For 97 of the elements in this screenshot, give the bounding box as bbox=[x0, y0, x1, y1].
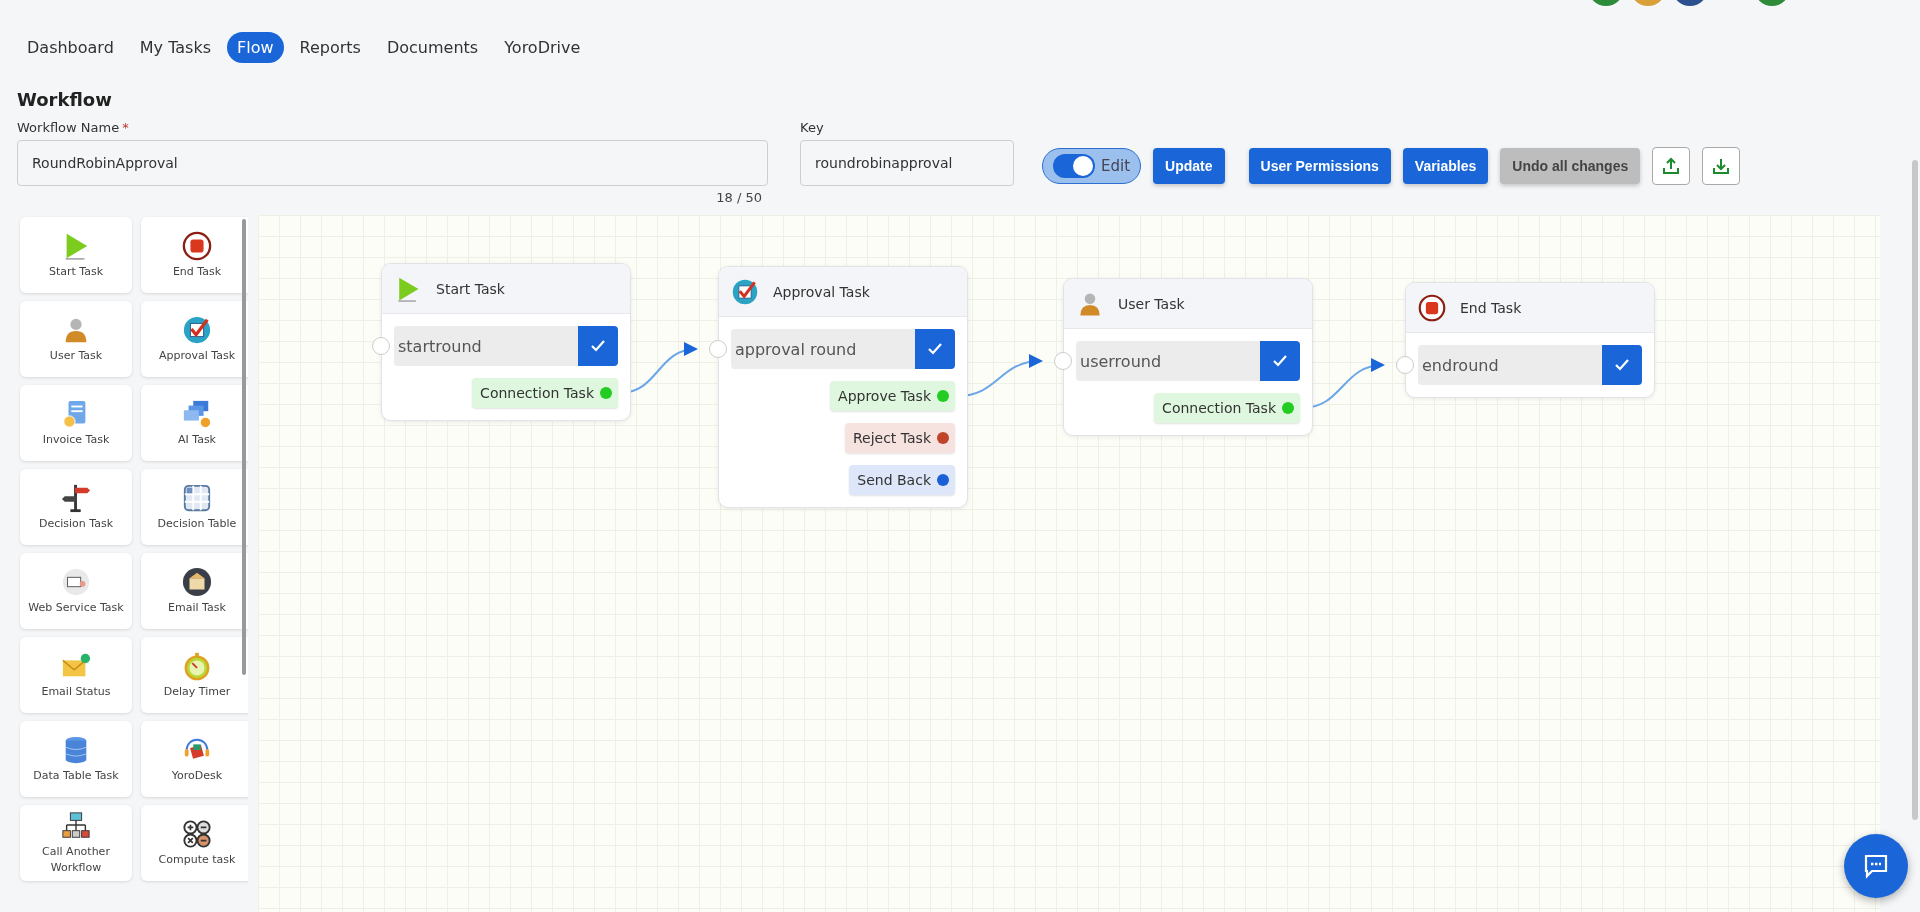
confirm-button[interactable] bbox=[1260, 341, 1300, 381]
palette-card[interactable]: Web Service Task bbox=[20, 553, 132, 629]
nav-tab[interactable]: Dashboard bbox=[17, 32, 124, 63]
action-button[interactable]: User Permissions bbox=[1248, 148, 1391, 184]
grid-icon bbox=[182, 482, 212, 513]
palette-card[interactable]: Compute task bbox=[141, 805, 248, 881]
output-chip[interactable]: Reject Task bbox=[844, 423, 955, 453]
character-counter: 18 / 50 bbox=[716, 190, 762, 205]
input-port[interactable] bbox=[372, 337, 390, 355]
task-node[interactable]: User Task userround Connection Task bbox=[1063, 278, 1313, 436]
card-label: Call Another Workflow bbox=[41, 843, 111, 876]
output-port[interactable] bbox=[937, 474, 949, 486]
card-label: Data Table Task bbox=[33, 767, 119, 784]
palette-card[interactable]: Approval Task bbox=[141, 301, 248, 377]
chat-icon bbox=[1863, 853, 1889, 879]
output-chip[interactable]: Send Back bbox=[849, 465, 955, 495]
card-label: Delay Timer bbox=[163, 683, 231, 700]
card-label: Invoice Task bbox=[42, 431, 110, 448]
nav-tab[interactable]: Flow bbox=[227, 32, 284, 63]
input-port[interactable] bbox=[709, 340, 727, 358]
page-title: Workflow bbox=[16, 88, 113, 110]
node-name-field[interactable]: approval round bbox=[731, 329, 915, 369]
card-label: Approval Task bbox=[158, 347, 235, 364]
node-name-field[interactable]: userround bbox=[1076, 341, 1260, 381]
card-label: Email Task bbox=[168, 599, 226, 616]
checkbox-icon bbox=[731, 277, 759, 306]
confirm-button[interactable] bbox=[578, 326, 618, 366]
action-button[interactable]: Variables bbox=[1402, 148, 1489, 184]
stop-icon bbox=[1418, 293, 1446, 322]
palette-card[interactable]: Invoice Task bbox=[20, 385, 132, 461]
palette-card[interactable]: Start Task bbox=[20, 217, 132, 293]
task-node[interactable]: Approval Task approval round Approve Task Reject Task Send Back bbox=[718, 266, 968, 508]
action-button[interactable]: Update bbox=[1153, 148, 1225, 184]
calculator-icon bbox=[182, 818, 212, 849]
palette-card[interactable]: User Task bbox=[20, 301, 132, 377]
output-port[interactable] bbox=[937, 432, 949, 444]
palette-card[interactable]: Delay Timer bbox=[141, 637, 248, 713]
confirm-button[interactable] bbox=[1602, 345, 1642, 385]
check-icon bbox=[927, 342, 943, 356]
node-title: Approval Task bbox=[773, 283, 870, 300]
field-label: Workflow Name * bbox=[17, 120, 130, 137]
field-label: Key bbox=[800, 120, 825, 137]
card-label: User Task bbox=[49, 347, 103, 364]
checkbox-icon bbox=[182, 314, 212, 345]
palette-card[interactable]: End Task bbox=[141, 217, 248, 293]
windows-icon bbox=[182, 398, 212, 429]
node-title: End Task bbox=[1460, 299, 1522, 316]
nav-tab[interactable]: Reports bbox=[289, 32, 371, 63]
palette-card[interactable]: Email Status bbox=[20, 637, 132, 713]
card-label: AI Task bbox=[178, 431, 216, 448]
palette-card[interactable]: YoroDesk bbox=[141, 721, 248, 797]
check-icon bbox=[1272, 354, 1288, 368]
palette-card[interactable]: Call Another Workflow bbox=[20, 805, 132, 881]
nav-tab[interactable]: My Tasks bbox=[129, 32, 222, 63]
palette-card[interactable]: Decision Table bbox=[141, 469, 248, 545]
card-label: Start Task bbox=[48, 263, 104, 280]
nav-tab[interactable]: YoroDrive bbox=[494, 32, 591, 63]
node-name-field[interactable]: startround bbox=[394, 326, 578, 366]
palette-card[interactable]: Decision Task bbox=[20, 469, 132, 545]
undo-button[interactable]: Undo all changes bbox=[1500, 148, 1641, 184]
edit-toggle[interactable]: Edit bbox=[1042, 148, 1142, 184]
output-chip[interactable]: Connection Task bbox=[1154, 393, 1300, 423]
card-label: Decision Table bbox=[157, 515, 237, 532]
card-label: Email Status bbox=[41, 683, 111, 700]
card-label: Decision Task bbox=[38, 515, 114, 532]
upload-button[interactable] bbox=[1652, 147, 1691, 185]
check-icon bbox=[1614, 358, 1630, 372]
check-icon bbox=[590, 339, 606, 353]
card-label: Compute task bbox=[158, 851, 236, 868]
input-port[interactable] bbox=[1396, 356, 1414, 374]
upload-icon bbox=[1662, 157, 1681, 175]
output-chip[interactable]: Approve Task bbox=[830, 381, 955, 411]
nav-tab[interactable]: Documents bbox=[376, 32, 489, 63]
signpost-icon bbox=[61, 482, 91, 513]
palette-card[interactable]: Data Table Task bbox=[20, 721, 132, 797]
hierarchy-icon bbox=[61, 810, 91, 841]
timer-icon bbox=[182, 650, 212, 681]
stop-icon bbox=[182, 230, 212, 261]
workflow-canvas[interactable]: Start Task startround Connection Task Approval Task approval round Approve Task Reject Task Send Back User Task userround Connection Task End Task endround bbox=[258, 215, 1880, 912]
node-title: Start Task bbox=[436, 280, 505, 297]
output-chip[interactable]: Connection Task bbox=[472, 378, 618, 408]
task-node[interactable]: End Task endround bbox=[1405, 282, 1655, 398]
node-title: User Task bbox=[1118, 295, 1185, 312]
task-node[interactable]: Start Task startround Connection Task bbox=[381, 263, 631, 421]
input-port[interactable] bbox=[1054, 352, 1072, 370]
card-label: Web Service Task bbox=[28, 599, 124, 616]
workflow-name-field[interactable]: RoundRobinApproval bbox=[17, 140, 768, 186]
palette-card[interactable]: Email Task bbox=[141, 553, 248, 629]
node-name-field[interactable]: endround bbox=[1418, 345, 1602, 385]
card-label: YoroDesk bbox=[171, 767, 223, 784]
chat-button[interactable] bbox=[1844, 834, 1908, 898]
key-field[interactable]: roundrobinapproval bbox=[800, 140, 1014, 186]
card-label: End Task bbox=[172, 263, 222, 280]
confirm-button[interactable] bbox=[915, 329, 955, 369]
download-button[interactable] bbox=[1702, 147, 1741, 185]
download-icon bbox=[1712, 157, 1731, 175]
palette-card[interactable]: AI Task bbox=[141, 385, 248, 461]
